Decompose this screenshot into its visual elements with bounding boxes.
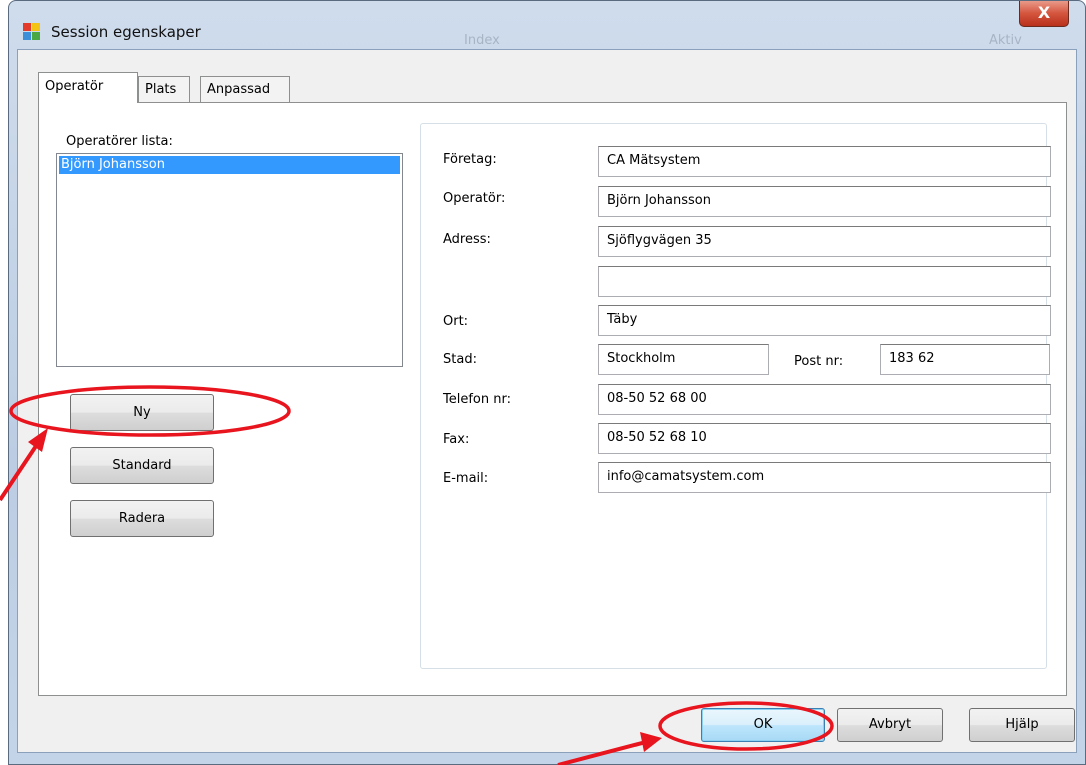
dialog-client-area: Operatör Plats Anpassad Operatörer lista…	[17, 49, 1077, 753]
tab-label: Anpassad	[207, 82, 271, 97]
standard-button[interactable]: Standard	[70, 447, 214, 484]
cancel-button[interactable]: Avbryt	[837, 708, 943, 742]
operator-field[interactable]: Björn Johansson	[598, 186, 1051, 217]
background-window-text: Aktiv	[989, 33, 1022, 48]
operator-list-label: Operatörer lista:	[66, 134, 173, 149]
locality-label: Ort:	[443, 314, 469, 329]
city-field[interactable]: Stockholm	[598, 344, 769, 375]
phone-label: Telefon nr:	[443, 392, 511, 407]
postcode-field[interactable]: 183 62	[880, 344, 1050, 375]
city-label: Stad:	[443, 352, 477, 367]
postcode-label: Post nr:	[794, 354, 844, 369]
fax-field[interactable]: 08-50 52 68 10	[598, 423, 1051, 454]
tab-operator[interactable]: Operatör	[38, 72, 138, 103]
operator-listbox[interactable]: Björn Johansson	[56, 153, 403, 367]
close-button[interactable]: X	[1019, 1, 1069, 27]
help-button[interactable]: Hjälp	[969, 708, 1075, 742]
locality-field[interactable]: Täby	[598, 305, 1051, 336]
fax-label: Fax:	[443, 432, 470, 447]
tab-label: Operatör	[45, 79, 104, 94]
address-label: Adress:	[443, 232, 491, 247]
email-label: E-mail:	[443, 471, 489, 486]
window-title: Session egenskaper	[51, 23, 201, 41]
address-field[interactable]: Sjöflygvägen 35	[598, 226, 1051, 257]
ok-button[interactable]: OK	[701, 708, 825, 742]
email-field[interactable]: info@camatsystem.com	[598, 462, 1051, 493]
list-item[interactable]: Björn Johansson	[59, 156, 400, 174]
company-label: Företag:	[443, 152, 497, 167]
dialog-window: Session egenskaper Index Aktiv X Operatö…	[8, 0, 1086, 765]
address-line2-field[interactable]	[598, 266, 1051, 297]
new-button[interactable]: Ny	[70, 394, 214, 431]
title-bar[interactable]: Session egenskaper Index Aktiv X	[9, 1, 1085, 49]
delete-button[interactable]: Radera	[70, 500, 214, 537]
session-app-icon	[23, 23, 41, 41]
company-field[interactable]: CA Mätsystem	[598, 146, 1051, 177]
tab-plats[interactable]: Plats	[138, 76, 190, 102]
phone-field[interactable]: 08-50 52 68 00	[598, 384, 1051, 415]
background-window-text: Index	[464, 33, 500, 48]
operator-label: Operatör:	[443, 191, 506, 206]
tab-anpassad[interactable]: Anpassad	[200, 76, 290, 102]
tab-label: Plats	[145, 82, 177, 97]
